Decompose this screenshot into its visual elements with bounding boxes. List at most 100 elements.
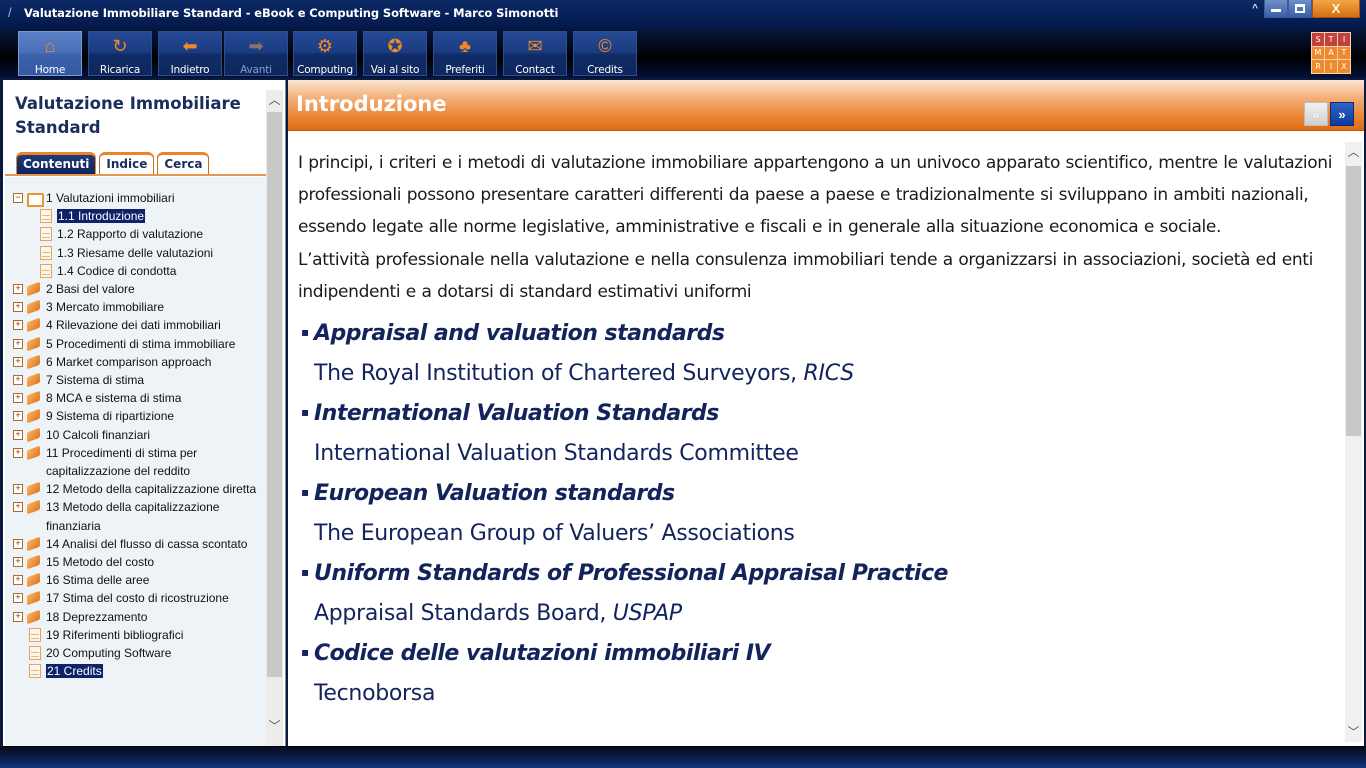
tree-item[interactable]: +8 MCA e sistema di stima bbox=[5, 389, 266, 407]
tree-item[interactable]: +17 Stima del costo di ricostruzione bbox=[5, 589, 266, 607]
expand-icon[interactable]: + bbox=[13, 356, 23, 367]
content-scrollbar[interactable]: ︿ ﹀ bbox=[1345, 142, 1362, 742]
tree-item[interactable]: +6 Market comparison approach bbox=[5, 353, 266, 371]
scrollbar-thumb[interactable] bbox=[1346, 166, 1361, 436]
status-bar bbox=[0, 746, 1366, 768]
book-icon bbox=[25, 282, 43, 296]
scroll-down-icon[interactable]: ﹀ bbox=[1345, 722, 1362, 742]
tree-item-label: 4 Rilevazione dei dati immobiliari bbox=[46, 316, 266, 334]
previous-page-button[interactable]: « bbox=[1304, 102, 1328, 126]
tree-item[interactable]: +10 Calcoli finanziari bbox=[5, 426, 266, 444]
next-page-button[interactable]: » bbox=[1330, 102, 1354, 126]
toolbar-button-computing[interactable]: ⚙ Computing bbox=[293, 31, 357, 76]
expand-icon[interactable]: + bbox=[13, 593, 23, 604]
expand-icon[interactable]: + bbox=[13, 447, 23, 458]
toolbar-button-ricarica[interactable]: ↻ Ricarica bbox=[88, 31, 152, 76]
expand-icon[interactable]: + bbox=[13, 502, 23, 513]
tree-item-text: 18 Deprezzamento bbox=[46, 609, 148, 624]
expand-icon[interactable]: + bbox=[13, 538, 23, 549]
tab-contenuti[interactable]: Contenuti bbox=[16, 152, 97, 174]
restore-button[interactable] bbox=[1288, 0, 1312, 18]
expand-icon[interactable]: + bbox=[13, 284, 23, 295]
expand-icon[interactable]: + bbox=[13, 429, 23, 440]
logo-letter: A bbox=[1325, 46, 1337, 60]
collapse-icon[interactable]: − bbox=[13, 193, 23, 203]
expand-icon[interactable]: + bbox=[13, 411, 23, 422]
toolbar-button-label: Computing bbox=[297, 64, 353, 76]
tree-item[interactable]: +7 Sistema di stima bbox=[5, 371, 266, 389]
tree-item[interactable]: +13 Metodo della capitalizzazione finanz… bbox=[5, 498, 266, 534]
toolbar-button-credits[interactable]: © Credits bbox=[573, 31, 637, 76]
scrollbar-thumb[interactable] bbox=[267, 112, 282, 677]
tree-item[interactable]: 19 Riferimenti bibliografici bbox=[5, 626, 266, 644]
window-controls: ^ X bbox=[1252, 0, 1360, 20]
sidebar-tabs: Contenuti Indice Cerca bbox=[16, 152, 210, 174]
minimize-button[interactable] bbox=[1264, 0, 1288, 18]
tree-item[interactable]: 21 Credits bbox=[5, 662, 266, 680]
forward-arrow-icon: ➡ bbox=[248, 36, 264, 56]
logo-letter: I bbox=[1338, 33, 1350, 46]
tree-item[interactable]: +14 Analisi del flusso di cassa scontato bbox=[5, 535, 266, 553]
expand-icon[interactable]: + bbox=[13, 557, 23, 568]
expand-icon[interactable]: + bbox=[13, 393, 23, 404]
expand-icon[interactable]: + bbox=[13, 302, 23, 313]
page-icon bbox=[29, 646, 41, 661]
expand-icon[interactable]: + bbox=[13, 611, 23, 622]
close-button[interactable]: X bbox=[1312, 0, 1360, 18]
tree-item-text: 6 Market comparison approach bbox=[46, 354, 212, 369]
bullet-icon: ▪ bbox=[301, 325, 309, 340]
tree-item[interactable]: 1.4 Codice di condotta bbox=[5, 262, 266, 280]
tree-item-text: 1.3 Riesame delle valutazioni bbox=[57, 245, 214, 260]
expand-icon[interactable]: + bbox=[13, 575, 23, 586]
tree-item[interactable]: +16 Stima delle aree bbox=[5, 571, 266, 589]
logo-letter: R bbox=[1312, 60, 1324, 73]
tree-item[interactable]: +5 Procedimenti di stima immobiliare bbox=[5, 335, 266, 353]
tree-item[interactable]: +3 Mercato immobiliare bbox=[5, 298, 266, 316]
tree-item[interactable]: 1.2 Rapporto di valutazione bbox=[5, 225, 266, 243]
tree-item[interactable]: +2 Basi del valore bbox=[5, 280, 266, 298]
toolbar-button-indietro[interactable]: ⬅ Indietro bbox=[158, 31, 222, 76]
tree-item[interactable]: − 1 Valutazioni immobiliari bbox=[5, 189, 266, 207]
book-icon bbox=[25, 373, 43, 387]
standard-title: ▪ Uniform Standards of Professional Appra… bbox=[298, 554, 1338, 594]
tree-item[interactable]: 1.3 Riesame delle valutazioni bbox=[5, 244, 266, 262]
logo-letter: I bbox=[1325, 60, 1337, 73]
tree-item[interactable]: 1.1 Introduzione bbox=[5, 207, 266, 225]
expand-icon[interactable]: + bbox=[13, 484, 23, 495]
standard-source-text: The European Group of Valuers’ Associati… bbox=[314, 521, 795, 547]
tree-item[interactable]: +4 Rilevazione dei dati immobiliari bbox=[5, 316, 266, 334]
toolbar-button-contact[interactable]: ✉ Contact bbox=[503, 31, 567, 76]
tree-item-label: 8 MCA e sistema di stima bbox=[46, 389, 266, 407]
book-icon bbox=[25, 446, 43, 460]
toolbar-button-label: Preferiti bbox=[445, 64, 485, 76]
toolbar-button-home[interactable]: ⌂ Home bbox=[18, 31, 82, 76]
toolbar-button-preferiti[interactable]: ♣ Preferiti bbox=[433, 31, 497, 76]
expand-icon[interactable]: + bbox=[13, 320, 23, 331]
book-icon bbox=[25, 591, 43, 605]
expand-icon[interactable]: + bbox=[13, 338, 23, 349]
scroll-up-icon[interactable]: ︿ bbox=[266, 90, 283, 110]
book-icon bbox=[25, 300, 43, 314]
tree-item[interactable]: +12 Metodo della capitalizzazione dirett… bbox=[5, 480, 266, 498]
toolbar-button-avanti: ➡ Avanti bbox=[224, 31, 288, 76]
toolbar-button-vai-al-sito[interactable]: ✪ Vai al sito bbox=[363, 31, 427, 76]
tree-item[interactable]: +9 Sistema di ripartizione bbox=[5, 407, 266, 425]
expand-icon[interactable]: + bbox=[13, 375, 23, 386]
tab-indice[interactable]: Indice bbox=[99, 152, 155, 174]
sidebar-scrollbar[interactable]: ︿ ﹀ bbox=[266, 90, 283, 746]
tree-item[interactable]: +18 Deprezzamento bbox=[5, 608, 266, 626]
logo-letter: S bbox=[1312, 33, 1324, 46]
standard-source: Tecnoborsa bbox=[298, 674, 1338, 714]
tree-item[interactable]: 20 Computing Software bbox=[5, 644, 266, 662]
tab-cerca[interactable]: Cerca bbox=[157, 152, 210, 174]
caret-up-icon[interactable]: ^ bbox=[1252, 3, 1258, 14]
tree-item[interactable]: +11 Procedimenti di stima per capitalizz… bbox=[5, 444, 266, 480]
standard-item: ▪ Appraisal and valuation standards The Ro… bbox=[298, 314, 1338, 394]
tree-item-text: 11 Procedimenti di stima per capitalizza… bbox=[46, 445, 198, 479]
standard-title: ▪ European Valuation standards bbox=[298, 474, 1338, 514]
scroll-down-icon[interactable]: ﹀ bbox=[266, 716, 283, 736]
window-title: Valutazione Immobiliare Standard - eBook… bbox=[24, 6, 559, 20]
tree-item[interactable]: +15 Metodo del costo bbox=[5, 553, 266, 571]
scroll-up-icon[interactable]: ︿ bbox=[1345, 142, 1362, 162]
tree-item-label: 20 Computing Software bbox=[46, 644, 266, 662]
